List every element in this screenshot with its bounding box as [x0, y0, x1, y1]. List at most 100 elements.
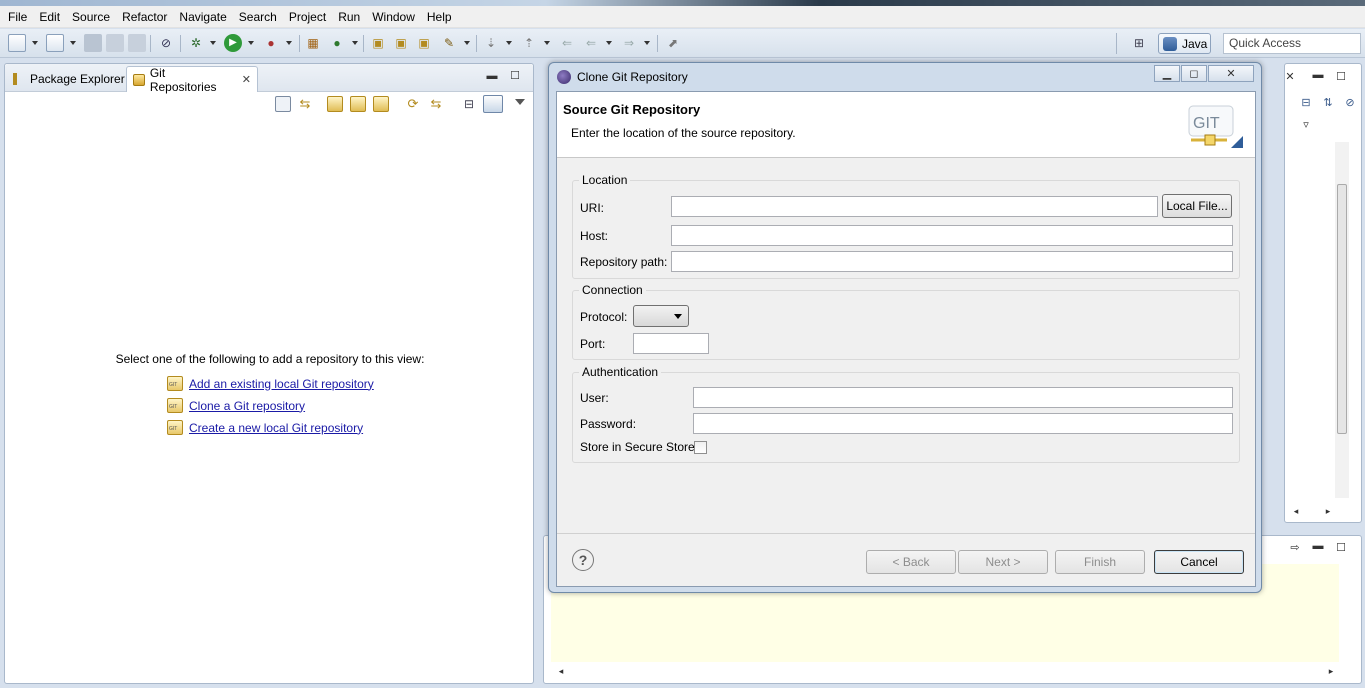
create-repository-icon[interactable]: [373, 96, 389, 112]
new-class-dropdown-icon[interactable]: [352, 41, 358, 45]
show-repository-details-icon[interactable]: [483, 95, 503, 113]
external-tools-dropdown-icon[interactable]: [286, 41, 292, 45]
menu-file[interactable]: File: [2, 7, 33, 27]
link-with-selection-icon[interactable]: ⇆: [297, 96, 313, 112]
annotation-icon[interactable]: ✎: [440, 34, 458, 52]
maximize-view-icon[interactable]: ☐: [1334, 542, 1348, 554]
new-package-icon[interactable]: [46, 34, 64, 52]
finish-button[interactable]: Finish: [1055, 550, 1145, 574]
password-input[interactable]: [693, 413, 1233, 434]
previous-annotation-dropdown-icon[interactable]: [544, 41, 550, 45]
new-dropdown-icon[interactable]: [32, 41, 38, 45]
scroll-left-icon[interactable]: ◂: [554, 665, 568, 677]
create-repository-link-row: Create a new local Git repository: [167, 420, 363, 435]
port-label: Port:: [580, 337, 606, 351]
view-menu-icon[interactable]: [515, 99, 525, 105]
maximize-view-icon[interactable]: ☐: [508, 70, 522, 82]
refresh-icon[interactable]: ⟳: [405, 96, 421, 112]
close-view-icon[interactable]: ✕: [1283, 71, 1297, 83]
open-type-icon[interactable]: ▣: [369, 34, 387, 52]
protocol-select[interactable]: [633, 305, 689, 327]
next-annotation-icon[interactable]: ⇣: [482, 34, 500, 52]
repository-path-input[interactable]: [671, 251, 1233, 272]
pin-editor-icon[interactable]: ⬈: [664, 34, 682, 52]
forward-dropdown-icon[interactable]: [644, 41, 650, 45]
search-icon[interactable]: ▣: [415, 34, 433, 52]
open-perspective-icon[interactable]: ⊞: [1130, 34, 1148, 52]
last-edit-icon[interactable]: ⇐: [558, 34, 576, 52]
maximize-dialog-icon[interactable]: ◻: [1181, 65, 1207, 82]
minimize-view-icon[interactable]: ▬: [1311, 540, 1325, 552]
create-repository-link[interactable]: Create a new local Git repository: [189, 421, 363, 435]
footer-separator: [557, 533, 1255, 534]
menu-edit[interactable]: Edit: [33, 7, 66, 27]
add-existing-repository-link[interactable]: Add an existing local Git repository: [189, 377, 374, 391]
quick-access-input[interactable]: Quick Access: [1223, 33, 1361, 54]
menu-window[interactable]: Window: [366, 7, 421, 27]
new-class-icon[interactable]: ●: [328, 34, 346, 52]
close-tab-icon[interactable]: ✕: [242, 73, 251, 86]
sort-icon[interactable]: ⇅: [1321, 97, 1335, 109]
clone-repository-link[interactable]: Clone a Git repository: [189, 399, 305, 413]
run-icon[interactable]: ▶: [224, 34, 242, 52]
back-button[interactable]: < Back: [866, 550, 956, 574]
scroll-right-icon[interactable]: ▸: [1321, 505, 1335, 517]
menu-help[interactable]: Help: [421, 7, 458, 27]
minimize-view-icon[interactable]: ▬: [485, 70, 499, 82]
help-icon[interactable]: ?: [572, 549, 594, 571]
collapse-all-icon[interactable]: [275, 96, 291, 112]
clone-repository-icon[interactable]: [350, 96, 366, 112]
open-console-icon[interactable]: ⇨: [1288, 542, 1302, 554]
tab-git-repositories[interactable]: Git Repositories ✕: [126, 66, 258, 94]
open-task-icon[interactable]: ▣: [392, 34, 410, 52]
scrollbar-thumb[interactable]: [1337, 184, 1347, 434]
new-package-dropdown-icon[interactable]: [70, 41, 76, 45]
next-button[interactable]: Next >: [958, 550, 1048, 574]
scroll-right-icon[interactable]: ▸: [1324, 665, 1338, 677]
scroll-left-icon[interactable]: ◂: [1289, 505, 1303, 517]
menu-run[interactable]: Run: [332, 7, 366, 27]
forward-icon[interactable]: ⇒: [620, 34, 638, 52]
skip-breakpoints-icon[interactable]: ⊘: [157, 34, 175, 52]
debug-icon[interactable]: ✲: [187, 34, 205, 52]
tab-package-explorer[interactable]: Package Explorer: [7, 66, 131, 92]
menu-refactor[interactable]: Refactor: [116, 7, 173, 27]
external-tools-icon[interactable]: ●: [262, 34, 280, 52]
local-file-button[interactable]: Local File...: [1162, 194, 1232, 218]
uri-input[interactable]: [671, 196, 1158, 217]
store-secure-checkbox[interactable]: [694, 441, 707, 454]
add-repository-icon[interactable]: [327, 96, 343, 112]
debug-dropdown-icon[interactable]: [210, 41, 216, 45]
menu-source[interactable]: Source: [66, 7, 116, 27]
view-menu-icon[interactable]: ▿: [1299, 119, 1313, 131]
hierarchical-layout-icon[interactable]: ⊟: [461, 96, 477, 112]
menu-navigate[interactable]: Navigate: [173, 7, 232, 27]
back-icon[interactable]: ⇐: [582, 34, 600, 52]
collapse-all-icon[interactable]: ⊟: [1299, 97, 1313, 109]
save-all-icon[interactable]: [106, 34, 124, 52]
print-icon[interactable]: [128, 34, 146, 52]
cancel-button[interactable]: Cancel: [1154, 550, 1244, 574]
user-input[interactable]: [693, 387, 1233, 408]
run-dropdown-icon[interactable]: [248, 41, 254, 45]
minimize-view-icon[interactable]: ▬: [1311, 69, 1325, 81]
java-perspective-button[interactable]: Java: [1158, 33, 1211, 54]
annotation-dropdown-icon[interactable]: [464, 41, 470, 45]
back-dropdown-icon[interactable]: [606, 41, 612, 45]
link-icon[interactable]: ⇆: [428, 96, 444, 112]
save-icon[interactable]: [84, 34, 102, 52]
new-icon[interactable]: [8, 34, 26, 52]
maximize-view-icon[interactable]: ☐: [1334, 71, 1348, 83]
minimize-dialog-icon[interactable]: ▁: [1154, 65, 1180, 82]
host-input[interactable]: [671, 225, 1233, 246]
outline-view: ✕ ▬ ☐ ⊟ ⇅ ⊘ ▿ ◂ ▸: [1284, 63, 1362, 523]
menu-search[interactable]: Search: [233, 7, 283, 27]
menu-project[interactable]: Project: [283, 7, 332, 27]
new-java-project-icon[interactable]: ▦: [304, 34, 322, 52]
port-input[interactable]: [633, 333, 709, 354]
close-dialog-icon[interactable]: ✕: [1208, 65, 1254, 82]
previous-annotation-icon[interactable]: ⇡: [520, 34, 538, 52]
outline-scrollbar[interactable]: [1335, 142, 1349, 498]
hide-fields-icon[interactable]: ⊘: [1343, 97, 1357, 109]
next-annotation-dropdown-icon[interactable]: [506, 41, 512, 45]
